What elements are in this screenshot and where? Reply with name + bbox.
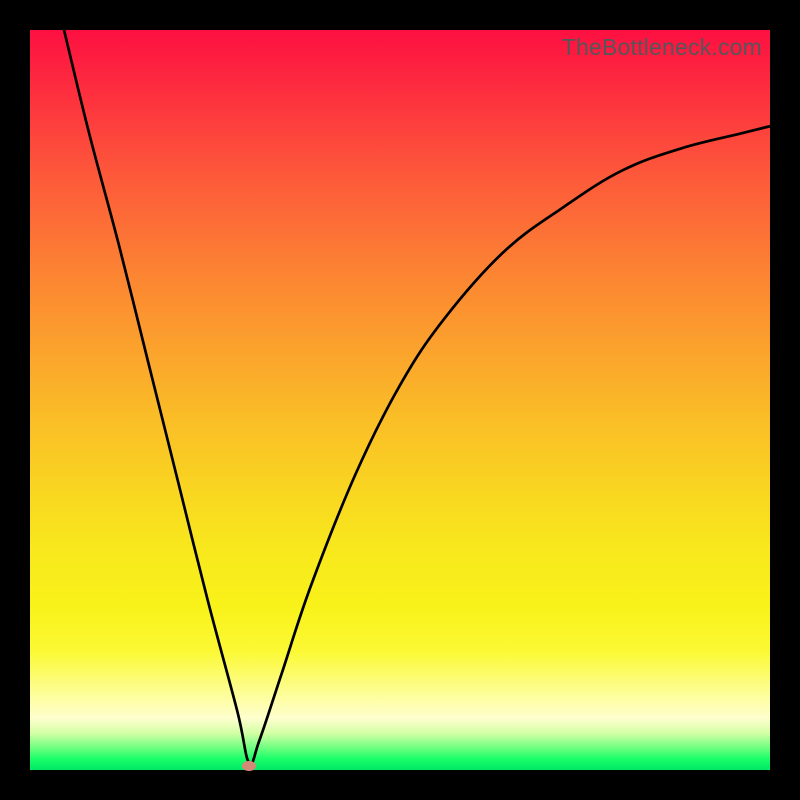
chart-frame: TheBottleneck.com [30,30,770,770]
gradient-background [30,30,770,770]
